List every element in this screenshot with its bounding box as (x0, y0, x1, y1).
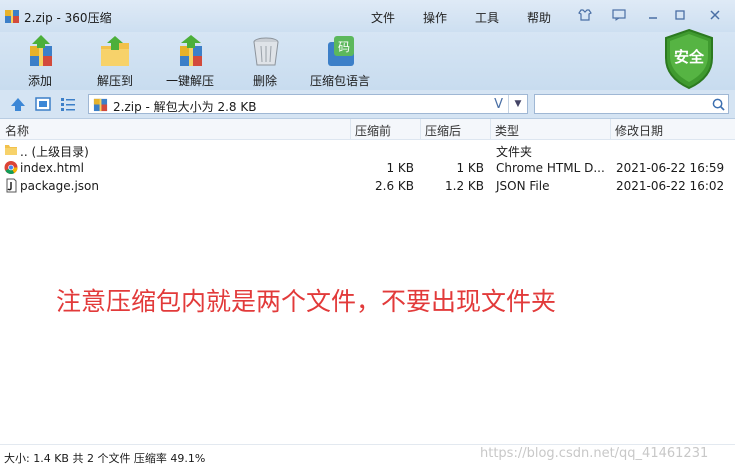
status-text: 大小: 1.4 KB 共 2 个文件 压缩率 49.1% (4, 452, 206, 465)
menu-file[interactable]: 文件 (371, 9, 395, 26)
window-title: 2.zip - 360压缩 (24, 11, 112, 25)
extract-to-label: 解压到 (96, 74, 133, 88)
json-file-icon (6, 178, 17, 193)
add-archive-icon (30, 35, 52, 66)
menu-help[interactable]: 帮助 (527, 9, 551, 26)
chrome-html-icon (4, 161, 18, 174)
file-row-package-json[interactable]: package.json 2.6 KB 1.2 KB JSON File 202… (0, 177, 735, 195)
address-path-field[interactable]: 2.zip - 解包大小为 2.8 KB V ▼ (88, 94, 528, 114)
file-size-before: 2.6 KB (375, 179, 414, 193)
add-button[interactable]: 添加 (4, 32, 76, 90)
up-arrow-icon[interactable] (10, 96, 26, 112)
svg-text:码: 码 (338, 40, 350, 54)
column-size-before[interactable]: 压缩前 (355, 122, 391, 139)
add-label: 添加 (27, 74, 52, 88)
list-view-icon[interactable] (60, 96, 76, 112)
chevron-down-icon[interactable]: ▼ (508, 95, 527, 113)
file-row-parent[interactable]: .. (上级目录) 文件夹 (0, 141, 735, 159)
one-click-extract-button[interactable]: 一键解压 (154, 32, 226, 90)
close-button[interactable] (706, 7, 724, 23)
delete-button[interactable]: 删除 (229, 32, 301, 90)
search-input[interactable] (534, 94, 729, 114)
column-divider (350, 119, 351, 139)
one-click-extract-icon (180, 35, 202, 66)
address-bar: 2.zip - 解包大小为 2.8 KB V ▼ (0, 90, 735, 119)
archive-icon (93, 98, 108, 112)
archive-language-button[interactable]: 码 压缩包语言 (302, 32, 378, 90)
menu-operation[interactable]: 操作 (423, 9, 447, 26)
file-type: JSON File (496, 179, 550, 193)
one-click-extract-label: 一键解压 (165, 74, 214, 88)
app-icon (5, 10, 19, 23)
delete-icon (253, 37, 279, 66)
folder-icon (5, 145, 17, 155)
archive-language-label: 压缩包语言 (309, 74, 370, 88)
column-type[interactable]: 类型 (495, 122, 519, 139)
column-divider (610, 119, 611, 139)
column-size-after[interactable]: 压缩后 (425, 122, 461, 139)
file-size-before: 1 KB (386, 161, 414, 175)
delete-label: 删除 (252, 74, 277, 88)
column-divider (420, 119, 421, 139)
main-toolbar: 添加 解压到 一键解压 删除 码 压缩包语言 (0, 32, 735, 90)
maximize-button[interactable] (671, 7, 689, 23)
skin-icon[interactable] (576, 7, 594, 23)
watermark: https://blog.csdn.net/qq_41461231 (480, 446, 709, 461)
file-name: index.html (20, 161, 84, 175)
extract-to-icon (101, 36, 129, 66)
security-badge-label: 安全 (673, 48, 704, 66)
file-row-index-html[interactable]: index.html 1 KB 1 KB Chrome HTML D... 20… (0, 159, 735, 177)
column-divider (490, 119, 491, 139)
column-name[interactable]: 名称 (5, 122, 29, 139)
search-icon[interactable] (712, 98, 725, 111)
extract-to-button[interactable]: 解压到 (79, 32, 151, 90)
file-modified: 2021-06-22 16:59 (616, 161, 725, 175)
file-list-header: 名称 压缩前 压缩后 类型 修改日期 (0, 119, 735, 140)
title-bar: 2.zip - 360压缩 文件 操作 工具 帮助 (0, 0, 735, 32)
file-type: 文件夹 (496, 145, 533, 159)
file-name: package.json (20, 179, 100, 193)
file-name: .. (上级目录) (20, 145, 89, 159)
address-path-text: 2.zip - 解包大小为 2.8 KB (113, 100, 257, 114)
menu-tools[interactable]: 工具 (475, 9, 499, 26)
feedback-icon[interactable] (610, 7, 628, 23)
thumbnail-view-icon[interactable] (35, 96, 51, 112)
column-modified[interactable]: 修改日期 (615, 122, 663, 139)
file-type: Chrome HTML D... (496, 161, 605, 175)
minimize-button[interactable] (644, 7, 662, 23)
file-size-after: 1 KB (456, 161, 484, 175)
file-modified: 2021-06-22 16:02 (616, 179, 725, 193)
address-filter-toggle[interactable]: V (494, 97, 503, 112)
archive-language-icon: 码 (328, 36, 354, 66)
file-size-after: 1.2 KB (445, 179, 484, 193)
annotation-note: 注意压缩包内就是两个文件，不要出现文件夹 (56, 287, 557, 316)
